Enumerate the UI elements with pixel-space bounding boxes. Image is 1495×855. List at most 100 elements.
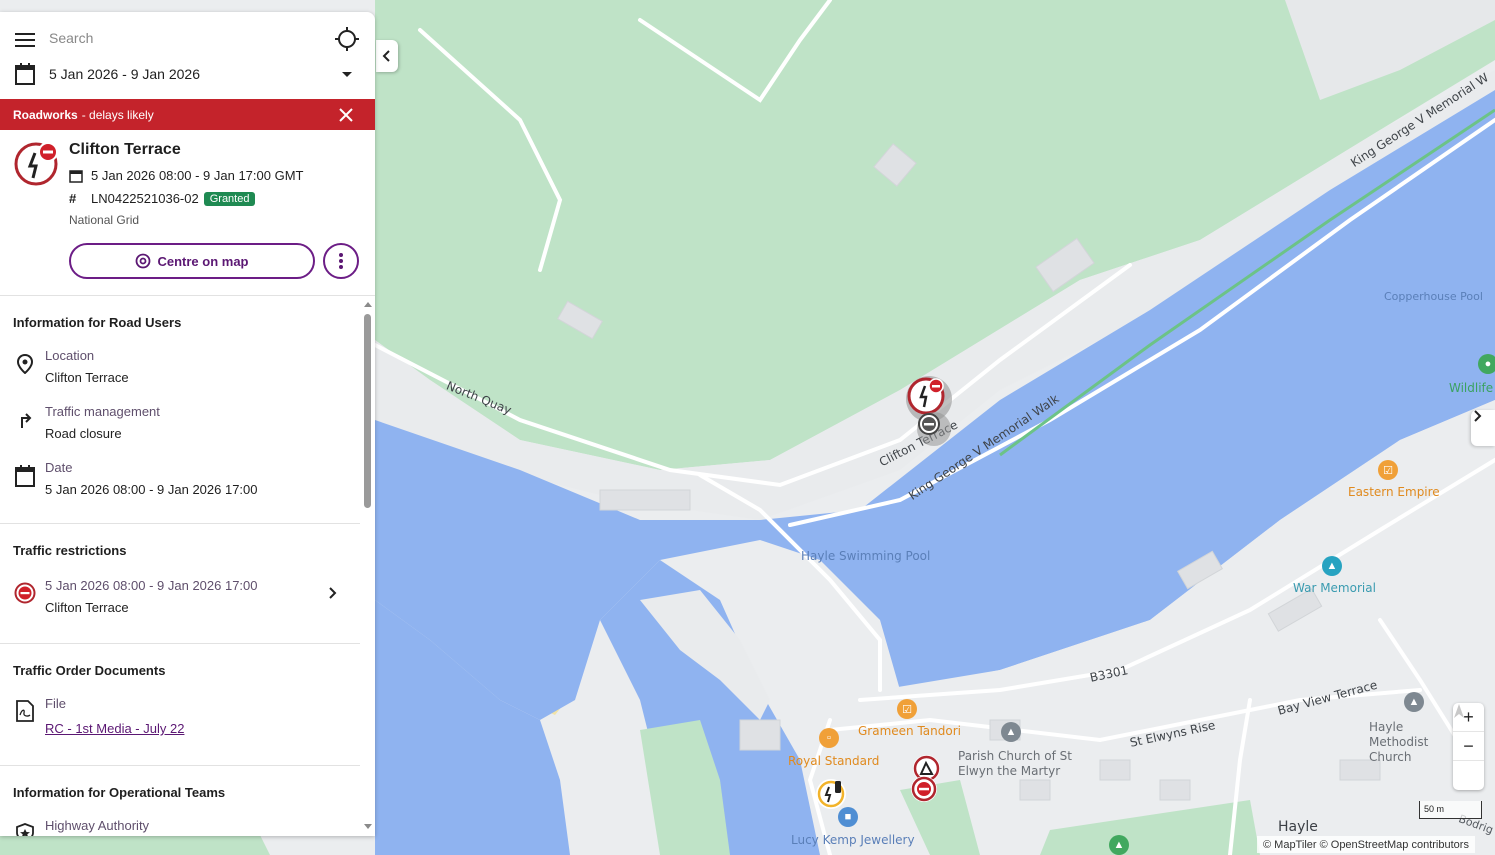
place-label-hayle-pool: Hayle Swimming Pool: [801, 549, 931, 563]
no-entry-icon: [911, 776, 937, 802]
banner-subtitle: - delays likely: [81, 107, 154, 122]
shield-icon: [15, 822, 35, 836]
location-value: Clifton Terrace: [45, 370, 129, 385]
church-icon[interactable]: ▲: [1001, 722, 1021, 742]
pdf-icon: [15, 699, 35, 723]
locate-icon: [335, 27, 359, 51]
dropdown-icon: [342, 71, 352, 77]
zoom-out-button[interactable]: −: [1453, 732, 1484, 761]
place-label-hayle: Hayle: [1278, 819, 1318, 835]
locate-button[interactable]: [334, 26, 360, 52]
restriction-marker-selected[interactable]: [917, 412, 951, 446]
tree-icon[interactable]: ▲: [1109, 835, 1129, 855]
location-label: Location: [45, 348, 95, 363]
zoom-control[interactable]: + −: [1453, 703, 1484, 790]
roadworks-banner: Roadworks - delays likely: [0, 99, 375, 130]
section-title-restrictions: Traffic restrictions: [13, 543, 127, 558]
centre-on-map-label: Centre on map: [157, 253, 249, 269]
file-label: File: [45, 696, 66, 711]
signals-marker[interactable]: [816, 779, 846, 809]
collapse-panel-button[interactable]: [376, 40, 398, 72]
place-label-methodist: Hayle Methodist Church: [1369, 720, 1429, 764]
scroll-down-icon[interactable]: [362, 823, 374, 831]
expand-panel-button[interactable]: [1471, 410, 1495, 446]
map-scale: 50 m: [1419, 801, 1482, 819]
traffic-lights-icon: [817, 780, 845, 808]
date-label: Date: [45, 460, 73, 475]
place-label-parish-church: Parish Church of St Elwyn the Martyr: [958, 749, 1072, 778]
close-button[interactable]: [337, 106, 355, 124]
place-label-royal-standard: Royal Standard: [788, 754, 880, 768]
hash-icon: #: [69, 191, 77, 206]
section-title-documents: Traffic Order Documents: [13, 663, 166, 678]
calendar-icon: [14, 464, 36, 488]
scroll-up-icon[interactable]: [362, 300, 374, 308]
no-entry-icon: [14, 582, 36, 604]
map-attribution[interactable]: © MapTiler © OpenStreetMap contributors: [1257, 836, 1475, 853]
work-promoter: National Grid: [69, 213, 140, 227]
restaurant-icon[interactable]: ☑: [897, 699, 917, 719]
restriction-location: Clifton Terrace: [45, 600, 129, 615]
compass-icon: [1454, 704, 1464, 718]
work-reference: LN0422521036-02: [91, 191, 199, 206]
place-label-war-memorial: War Memorial: [1293, 581, 1376, 595]
side-panel: 5 Jan 2026 - 9 Jan 2026 Roadworks - dela…: [0, 12, 375, 836]
work-reference-row: # LN0422521036-02 Granted: [69, 191, 256, 206]
roadworks-icon: [907, 377, 945, 415]
turn-icon: [15, 408, 35, 430]
shop-icon[interactable]: ■: [838, 807, 858, 827]
file-link[interactable]: RC - 1st Media - July 22: [45, 721, 184, 736]
monument-icon[interactable]: ▲: [1322, 556, 1342, 576]
more-options-button[interactable]: [323, 243, 359, 279]
close-icon: [339, 108, 353, 122]
chevron-right-icon: [1474, 410, 1482, 422]
place-label-grameen: Grameen Tandori: [858, 724, 961, 738]
date-dropdown-toggle[interactable]: [338, 68, 356, 80]
compass-button[interactable]: [1453, 704, 1484, 790]
work-title: Clifton Terrace: [69, 141, 181, 158]
calendar-button[interactable]: [14, 62, 36, 86]
section-title-road-users: Information for Road Users: [13, 315, 182, 330]
menu-icon: [15, 33, 35, 47]
more-icon: [339, 253, 343, 269]
place-label-wildlife: Wildlife: [1449, 381, 1494, 395]
date-value: 5 Jan 2026 08:00 - 9 Jan 2026 17:00: [45, 482, 258, 497]
status-badge: Granted: [203, 191, 256, 206]
pin-icon: [15, 353, 35, 375]
date-range-select[interactable]: 5 Jan 2026 - 9 Jan 2026: [49, 66, 200, 82]
divider: [0, 765, 360, 766]
chevron-right-icon: [326, 586, 340, 600]
restriction-marker[interactable]: [911, 776, 937, 802]
park-icon[interactable]: ●: [1478, 354, 1495, 374]
highway-authority-label: Highway Authority: [45, 818, 150, 833]
roadworks-icon: [14, 142, 58, 186]
target-icon: [136, 253, 151, 269]
church-icon[interactable]: ▲: [1404, 692, 1424, 712]
calendar-icon: [69, 169, 83, 183]
menu-button[interactable]: [13, 28, 37, 52]
banner-title: Roadworks: [13, 107, 78, 122]
place-label-copperhouse-pool: Copperhouse Pool: [1384, 290, 1483, 303]
divider: [0, 643, 360, 644]
centre-on-map-button[interactable]: Centre on map: [69, 243, 315, 279]
restaurant-icon[interactable]: ☑: [1378, 460, 1398, 480]
search-input[interactable]: [49, 30, 309, 46]
chevron-left-icon: [382, 50, 390, 62]
calendar-icon: [15, 63, 35, 85]
scrollbar[interactable]: [361, 296, 373, 836]
work-datetime: 5 Jan 2026 08:00 - 9 Jan 17:00 GMT: [91, 168, 304, 183]
place-label-lucy-kemp: Lucy Kemp Jewellery: [791, 833, 915, 847]
traffic-management-value: Road closure: [45, 426, 122, 441]
restriction-item[interactable]: 5 Jan 2026 08:00 - 9 Jan 2026 17:00 Clif…: [0, 572, 360, 622]
place-label-eastern-empire: Eastern Empire: [1348, 485, 1440, 499]
section-title-operational: Information for Operational Teams: [13, 785, 226, 800]
roadworks-type-badge: [13, 140, 61, 188]
traffic-management-label: Traffic management: [45, 404, 160, 419]
restriction-date: 5 Jan 2026 08:00 - 9 Jan 2026 17:00: [45, 578, 258, 593]
scroll-thumb[interactable]: [364, 314, 371, 508]
divider: [0, 523, 360, 524]
details-scroll-area[interactable]: Information for Road Users Location Clif…: [0, 296, 375, 836]
pub-icon[interactable]: ▫: [819, 728, 839, 748]
work-datetime-row: 5 Jan 2026 08:00 - 9 Jan 17:00 GMT: [69, 168, 303, 183]
no-entry-icon: [918, 413, 940, 435]
